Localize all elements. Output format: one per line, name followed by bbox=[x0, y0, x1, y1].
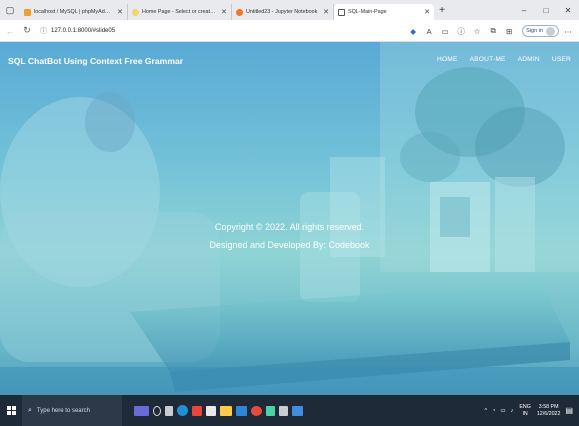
window-controls: – □ ✕ bbox=[513, 0, 579, 20]
browser-essentials-icon[interactable]: ⊞ bbox=[502, 27, 516, 36]
battery-icon[interactable]: ▭ bbox=[500, 408, 505, 414]
meet-now-icon[interactable] bbox=[134, 405, 149, 416]
jupyter-favicon-icon bbox=[236, 8, 243, 16]
tab-actions-icon[interactable]: ▢ bbox=[0, 0, 20, 20]
tab-strip: ▢ localhost / MySQL | phpMyAdmin ✕ Home … bbox=[0, 0, 579, 20]
taskbar-apps bbox=[134, 405, 307, 416]
clock-date: 12/6/2022 bbox=[536, 410, 561, 417]
new-tab-button[interactable]: + bbox=[434, 5, 450, 16]
copyright-text: Copyright © 2022. All rights reserved. bbox=[214, 222, 365, 232]
page-favicon-icon bbox=[132, 8, 139, 16]
start-button[interactable] bbox=[0, 395, 22, 426]
read-aloud-icon[interactable]: A bbox=[422, 27, 436, 36]
tab-phpmyadmin[interactable]: localhost / MySQL | phpMyAdmin ✕ bbox=[20, 4, 128, 20]
taskbar: ⌕ Type here to search ^ ◔ ▭ ♪ ENG IN 3:5… bbox=[0, 395, 579, 426]
file-explorer-icon[interactable] bbox=[220, 405, 232, 416]
more-menu-icon[interactable]: ⋯ bbox=[561, 27, 575, 36]
app-icon[interactable] bbox=[266, 405, 275, 416]
task-view-icon[interactable] bbox=[165, 405, 173, 416]
site-brand[interactable]: SQL ChatBot Using Context Free Grammar bbox=[8, 56, 183, 66]
background-photo bbox=[0, 42, 579, 395]
app-icon[interactable] bbox=[279, 405, 288, 416]
web-page: SQL ChatBot Using Context Free Grammar H… bbox=[0, 42, 579, 395]
notepad-icon[interactable] bbox=[206, 405, 216, 416]
browser-toolbar: ← ↻ ⓘ 127.0.0.1:8000/#slide05 ◆ A ▭ ⓘ ☆ … bbox=[0, 20, 579, 42]
back-icon[interactable]: ← bbox=[3, 26, 17, 36]
extension-icon[interactable]: ◆ bbox=[406, 27, 420, 36]
profile-avatar-icon bbox=[546, 26, 555, 36]
close-window-button[interactable]: ✕ bbox=[557, 6, 579, 15]
taskbar-search[interactable]: ⌕ Type here to search bbox=[22, 395, 122, 426]
collections-icon[interactable]: ⧉ bbox=[486, 26, 500, 36]
tab-sql-main-page[interactable]: SQL-Main-Page ✕ bbox=[334, 4, 434, 20]
tab-home-page[interactable]: Home Page - Select or create a... ✕ bbox=[128, 4, 232, 20]
chrome-icon[interactable] bbox=[251, 405, 262, 416]
phpmyadmin-favicon-icon bbox=[24, 8, 31, 16]
tab-title: SQL-Main-Page bbox=[348, 9, 387, 15]
favorites-star-icon[interactable]: ☆ bbox=[470, 27, 484, 36]
close-tab-icon[interactable]: ✕ bbox=[424, 8, 430, 16]
site-header: SQL ChatBot Using Context Free Grammar H… bbox=[0, 42, 579, 78]
reader-view-icon[interactable]: ▭ bbox=[438, 27, 452, 36]
close-tab-icon[interactable]: ✕ bbox=[221, 8, 227, 16]
system-tray: ^ ◔ ▭ ♪ ENG IN 3:58 PM 12/6/2022 ▤ bbox=[480, 395, 574, 426]
minimize-button[interactable]: – bbox=[513, 6, 535, 15]
sign-in-label: Sign in bbox=[526, 28, 543, 34]
app-icon[interactable] bbox=[292, 405, 303, 416]
windows-logo-icon bbox=[6, 406, 16, 415]
nav-about-me-link[interactable]: ABOUT-ME bbox=[470, 56, 506, 63]
edge-icon[interactable] bbox=[177, 405, 188, 416]
cortana-icon[interactable] bbox=[153, 405, 161, 416]
nav-user-link[interactable]: USER bbox=[552, 56, 571, 63]
language-indicator[interactable]: ENG IN bbox=[519, 404, 530, 418]
network-icon[interactable]: ◔ bbox=[492, 408, 495, 414]
close-tab-icon[interactable]: ✕ bbox=[117, 8, 123, 16]
region-text: IN bbox=[522, 410, 528, 417]
nav-home-link[interactable]: HOME bbox=[437, 56, 458, 63]
lang-text: ENG bbox=[519, 403, 531, 410]
close-tab-icon[interactable]: ✕ bbox=[323, 8, 329, 16]
toolbar-icons: ◆ A ▭ ⓘ ☆ ⧉ ⊞ Sign in ⋯ bbox=[404, 20, 575, 42]
page-icon bbox=[338, 8, 345, 16]
url-text[interactable]: 127.0.0.1:8000/#slide05 bbox=[51, 28, 115, 34]
search-icon: ⌕ bbox=[28, 406, 32, 414]
search-placeholder: Type here to search bbox=[36, 407, 90, 414]
site-info-icon[interactable]: ⓘ bbox=[40, 26, 47, 36]
notifications-icon[interactable]: ▤ bbox=[565, 406, 573, 415]
credit-text: Designed and Developed By: Codebook bbox=[209, 240, 370, 250]
clock[interactable]: 3:58 PM 12/6/2022 bbox=[537, 404, 561, 418]
clock-time: 3:58 PM bbox=[538, 403, 559, 410]
nav-admin-link[interactable]: ADMIN bbox=[518, 56, 540, 63]
refresh-icon[interactable]: ↻ bbox=[20, 25, 34, 36]
office-icon[interactable] bbox=[192, 405, 202, 416]
sign-in-button[interactable]: Sign in bbox=[522, 25, 559, 37]
tracking-icon[interactable]: ⓘ bbox=[454, 26, 468, 37]
tab-title: Untitled23 - Jupyter Notebook bbox=[246, 9, 318, 15]
tab-title: Home Page - Select or create a... bbox=[142, 9, 218, 15]
tab-title: localhost / MySQL | phpMyAdmin bbox=[34, 9, 114, 15]
address-bar[interactable]: ⓘ 127.0.0.1:8000/#slide05 bbox=[40, 24, 115, 38]
volume-icon[interactable]: ♪ bbox=[511, 408, 514, 414]
site-nav: HOME ABOUT-ME ADMIN USER bbox=[425, 56, 571, 63]
show-hidden-icons-icon[interactable]: ^ bbox=[485, 408, 488, 414]
tab-jupyter[interactable]: Untitled23 - Jupyter Notebook ✕ bbox=[232, 4, 334, 20]
vscode-icon[interactable] bbox=[236, 405, 247, 416]
maximize-button[interactable]: □ bbox=[535, 6, 557, 15]
